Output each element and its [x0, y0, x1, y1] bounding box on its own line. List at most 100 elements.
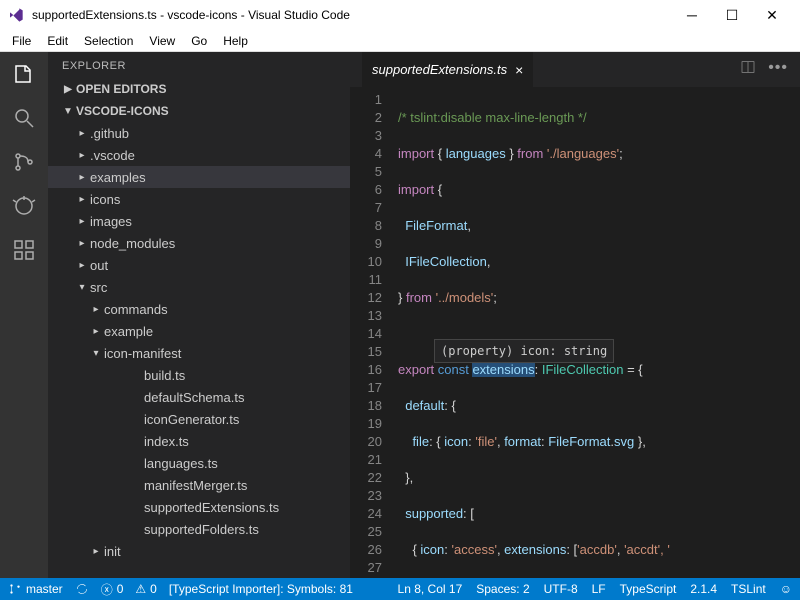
- tree-item[interactable]: manifestMerger.ts: [48, 474, 350, 496]
- tree-item[interactable]: ▾icon-manifest: [48, 342, 350, 364]
- tree-label: .github: [88, 126, 129, 141]
- menu-selection[interactable]: Selection: [76, 32, 141, 50]
- tree-label: languages.ts: [142, 456, 218, 471]
- tree-label: supportedExtensions.ts: [142, 500, 279, 515]
- tree-label: out: [88, 258, 108, 273]
- chevron-right-icon: ▸: [76, 238, 88, 249]
- language-mode[interactable]: TypeScript: [620, 582, 677, 596]
- tree-item[interactable]: ▸.github: [48, 122, 350, 144]
- chevron-right-icon: ▸: [76, 172, 88, 183]
- warnings-count[interactable]: ⚠ 0: [135, 582, 156, 596]
- cursor-position[interactable]: Ln 8, Col 17: [398, 582, 463, 596]
- chevron-right-icon: ▶: [62, 84, 74, 95]
- tree-item[interactable]: ▸node_modules: [48, 232, 350, 254]
- tree-item[interactable]: languages.ts: [48, 452, 350, 474]
- debug-icon[interactable]: [10, 192, 38, 220]
- tree-label: images: [88, 214, 132, 229]
- chevron-down-icon: ▾: [90, 348, 102, 359]
- menu-file[interactable]: File: [4, 32, 39, 50]
- tree-label: node_modules: [88, 236, 175, 251]
- chevron-right-icon: ▸: [90, 304, 102, 315]
- tree-item[interactable]: iconGenerator.ts: [48, 408, 350, 430]
- tree-label: init: [102, 544, 121, 559]
- menu-view[interactable]: View: [141, 32, 183, 50]
- chevron-right-icon: ▸: [76, 150, 88, 161]
- ts-importer-status[interactable]: [TypeScript Importer]: Symbols: 81: [169, 582, 353, 596]
- code-lines[interactable]: /* tslint:disable max-line-length */ imp…: [398, 87, 800, 578]
- tree-item[interactable]: ▸init: [48, 540, 350, 562]
- chevron-right-icon: ▸: [76, 260, 88, 271]
- sidebar-explorer: EXPLORER ▶OPEN EDITORS ▼VSCODE-ICONS ▸.g…: [48, 52, 350, 578]
- more-icon[interactable]: •••: [768, 59, 788, 80]
- split-editor-icon[interactable]: [740, 59, 756, 80]
- menu-edit[interactable]: Edit: [39, 32, 76, 50]
- window-minimize-button[interactable]: ─: [672, 0, 712, 30]
- tree-item[interactable]: ▸.vscode: [48, 144, 350, 166]
- vscode-logo-icon: [8, 7, 24, 23]
- eol[interactable]: LF: [592, 582, 606, 596]
- tab-label: supportedExtensions.ts: [372, 62, 507, 77]
- chevron-down-icon: ▾: [76, 282, 88, 293]
- tree-item[interactable]: ▸example: [48, 320, 350, 342]
- tree-item[interactable]: build.ts: [48, 364, 350, 386]
- project-section[interactable]: ▼VSCODE-ICONS: [48, 100, 350, 122]
- tree-item[interactable]: ▸icons: [48, 188, 350, 210]
- errors-count[interactable]: ⓧ 0: [101, 581, 124, 598]
- tree-label: index.ts: [142, 434, 189, 449]
- tree-item[interactable]: supportedExtensions.ts: [48, 496, 350, 518]
- window-titlebar: supportedExtensions.ts - vscode-icons - …: [0, 0, 800, 30]
- open-editors-section[interactable]: ▶OPEN EDITORS: [48, 78, 350, 100]
- ts-version[interactable]: 2.1.4: [690, 582, 717, 596]
- editor-area: supportedExtensions.ts × ••• 12345678910…: [350, 52, 800, 578]
- editor-tabs: supportedExtensions.ts × •••: [350, 52, 800, 87]
- tree-label: examples: [88, 170, 146, 185]
- tree-label: iconGenerator.ts: [142, 412, 239, 427]
- tree-label: icon-manifest: [102, 346, 181, 361]
- chevron-right-icon: ▸: [76, 216, 88, 227]
- tree-item[interactable]: index.ts: [48, 430, 350, 452]
- tree-item[interactable]: ▸examples: [48, 166, 350, 188]
- tree-item[interactable]: ▸commands: [48, 298, 350, 320]
- window-title: supportedExtensions.ts - vscode-icons - …: [32, 8, 672, 22]
- tree-item[interactable]: ▸images: [48, 210, 350, 232]
- close-icon[interactable]: ×: [515, 62, 523, 78]
- menu-help[interactable]: Help: [215, 32, 256, 50]
- tree-label: supportedFolders.ts: [142, 522, 259, 537]
- editor-hover-tooltip: (property) icon: string: [434, 339, 614, 363]
- chevron-right-icon: ▸: [76, 128, 88, 139]
- tree-label: commands: [102, 302, 168, 317]
- sync-icon[interactable]: [75, 582, 89, 596]
- sidebar-title: EXPLORER: [48, 52, 350, 78]
- file-tree: ▶OPEN EDITORS ▼VSCODE-ICONS ▸.github▸.vs…: [48, 78, 350, 578]
- chevron-right-icon: ▸: [76, 194, 88, 205]
- chevron-down-icon: ▼: [62, 106, 74, 117]
- window-maximize-button[interactable]: ☐: [712, 0, 752, 30]
- indentation[interactable]: Spaces: 2: [476, 582, 529, 596]
- tree-item[interactable]: supportedFolders.ts: [48, 518, 350, 540]
- tree-item[interactable]: ▾src: [48, 276, 350, 298]
- menu-go[interactable]: Go: [183, 32, 215, 50]
- tree-label: defaultSchema.ts: [142, 390, 244, 405]
- chevron-right-icon: ▸: [90, 546, 102, 557]
- encoding[interactable]: UTF-8: [544, 582, 578, 596]
- tree-label: icons: [88, 192, 120, 207]
- line-gutter: 1234567891011121314151617181920212223242…: [350, 87, 398, 578]
- code-editor[interactable]: 1234567891011121314151617181920212223242…: [350, 87, 800, 578]
- git-branch[interactable]: master: [8, 582, 63, 596]
- tree-label: build.ts: [142, 368, 185, 383]
- search-icon[interactable]: [10, 104, 38, 132]
- tree-item[interactable]: defaultSchema.ts: [48, 386, 350, 408]
- feedback-icon[interactable]: ☺: [780, 582, 792, 596]
- tree-label: example: [102, 324, 153, 339]
- tree-item[interactable]: ▸out: [48, 254, 350, 276]
- tree-label: src: [88, 280, 107, 295]
- source-control-icon[interactable]: [10, 148, 38, 176]
- extensions-icon[interactable]: [10, 236, 38, 264]
- tab-supportedextensions[interactable]: supportedExtensions.ts ×: [362, 52, 533, 87]
- window-close-button[interactable]: ✕: [752, 0, 792, 30]
- tree-label: .vscode: [88, 148, 135, 163]
- explorer-icon[interactable]: [10, 60, 38, 88]
- tslint-status[interactable]: TSLint: [731, 582, 766, 596]
- tree-label: manifestMerger.ts: [142, 478, 247, 493]
- activity-bar: [0, 52, 48, 578]
